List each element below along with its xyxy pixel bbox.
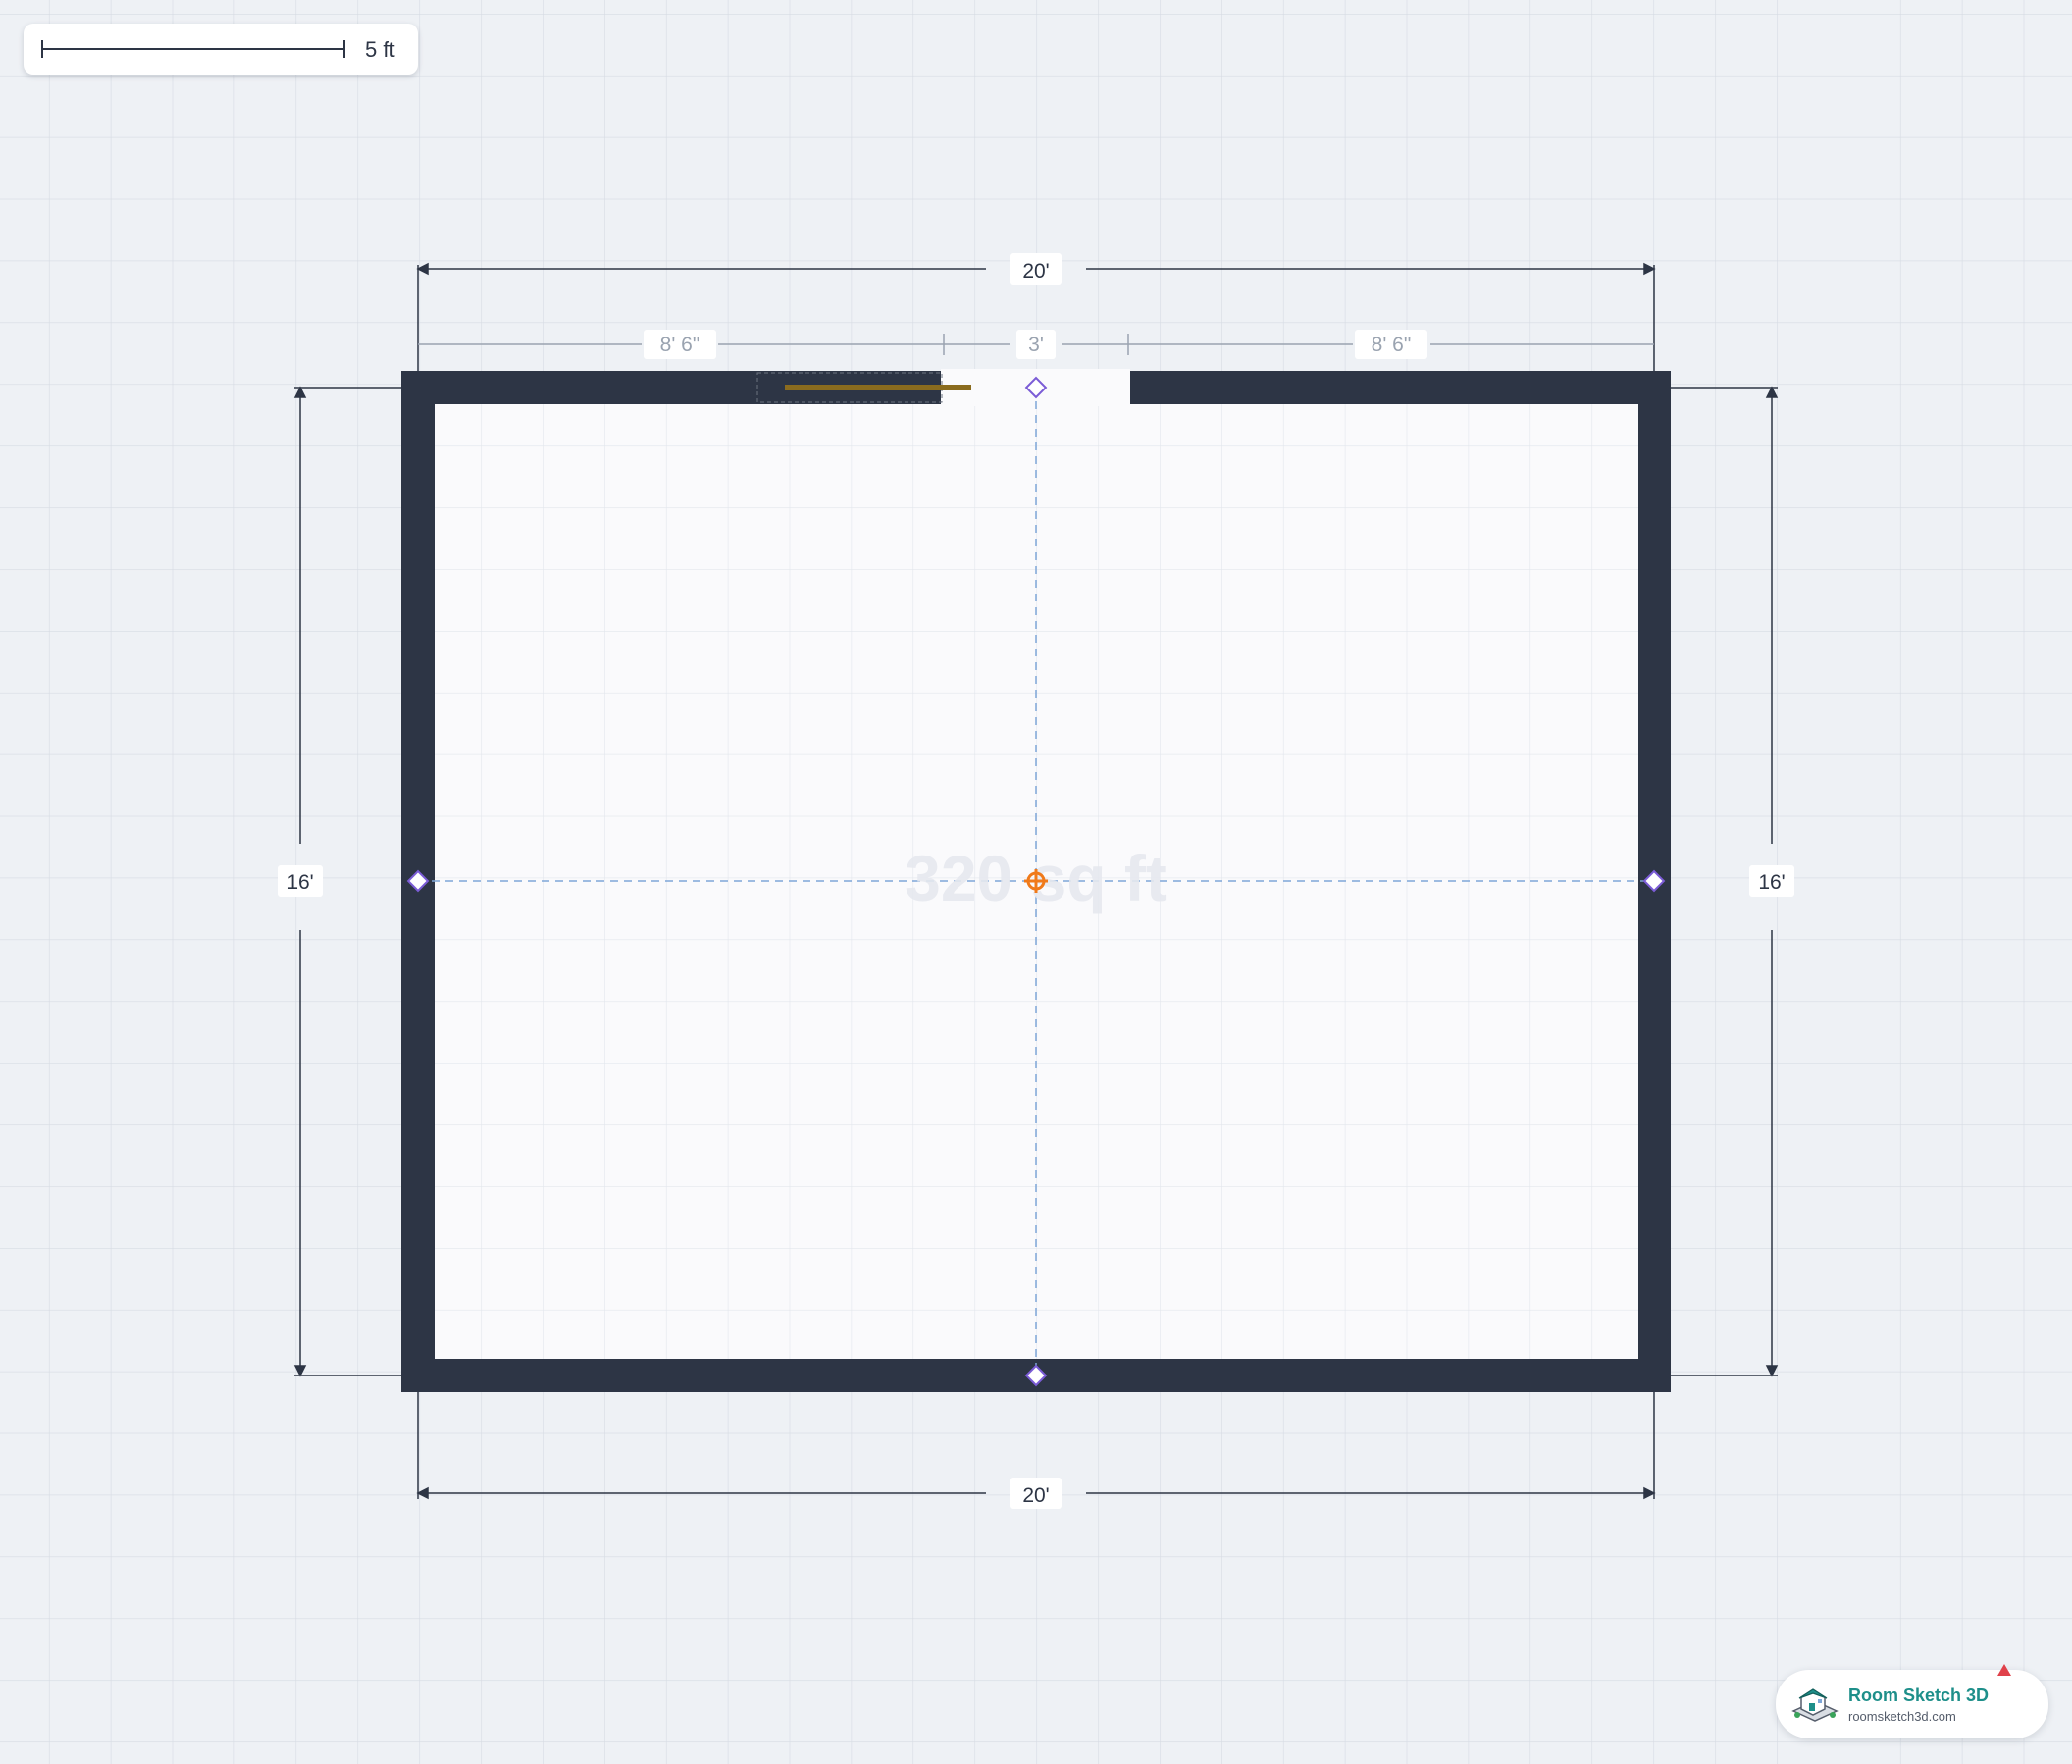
scale-bar-tick-end: [343, 40, 345, 58]
floor-plan-canvas[interactable]: 320 sq ft 20' 8' 6" 3' 8' 6" 20' 16' 16': [0, 0, 2072, 1764]
dimension-door-label[interactable]: 3': [1028, 334, 1044, 356]
brand-name: Room Sketch 3D: [1848, 1686, 1990, 1705]
dimension-bottom-overall-label[interactable]: 20': [1022, 1484, 1049, 1507]
brand-url: roomsketch3d.com: [1848, 1709, 1956, 1724]
scale-bar: 5 ft: [24, 24, 418, 75]
scale-bar-line: [41, 48, 345, 50]
wall-top-right[interactable]: [1130, 371, 1671, 404]
pin-marker-icon: [1997, 1664, 2011, 1676]
scale-bar-tick-start: [41, 40, 43, 58]
brand-badge[interactable]: Room Sketch 3D roomsketch3d.com: [1776, 1664, 2048, 1738]
dimension-right-height-label[interactable]: 16': [1758, 871, 1785, 894]
dimension-top-left-label[interactable]: 8' 6": [660, 334, 700, 356]
scale-bar-label: 5 ft: [365, 37, 395, 62]
dimension-left-height-label[interactable]: 16': [286, 871, 313, 894]
house-logo-icon: [1791, 1688, 1839, 1722]
dimension-top-overall-label[interactable]: 20': [1022, 260, 1049, 283]
door-leaf[interactable]: [785, 385, 971, 390]
dimension-top-right-label[interactable]: 8' 6": [1372, 334, 1412, 356]
